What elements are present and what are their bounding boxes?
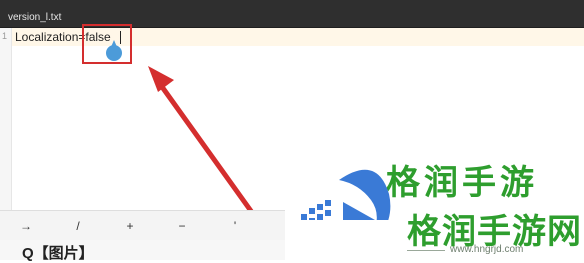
keyboard-symbol-row: → / + − ': [0, 210, 285, 240]
list-item[interactable]: Q【图片】: [0, 240, 285, 262]
watermark-top: 格润手游: [386, 163, 584, 203]
watermark-top-text: 格润手游: [386, 164, 538, 202]
key-arrow[interactable]: →: [16, 211, 36, 241]
key-plus[interactable]: +: [120, 211, 140, 241]
brand-url: www.hngrjd.com: [450, 244, 524, 255]
watermark-logo: 格润手游网 www.hngrjd.com: [285, 169, 584, 260]
brand-logo-icon: [301, 169, 391, 220]
key-quote[interactable]: ': [225, 211, 245, 241]
url-divider: [407, 250, 445, 251]
key-minus[interactable]: −: [172, 211, 192, 241]
key-slash[interactable]: /: [68, 211, 88, 241]
